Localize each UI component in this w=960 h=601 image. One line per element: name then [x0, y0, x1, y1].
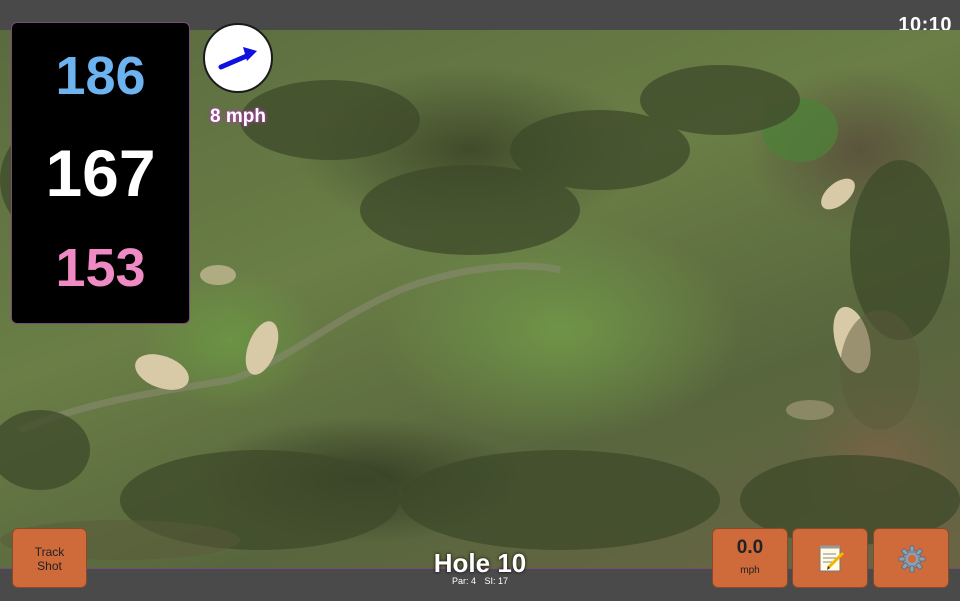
- bunker: [786, 400, 834, 420]
- distance-front: 153: [55, 238, 146, 298]
- bunker: [245, 321, 279, 375]
- wind-direction-arrow-icon: [218, 47, 257, 70]
- settings-button[interactable]: [873, 528, 949, 588]
- bunker: [200, 265, 236, 285]
- hole-info: Par: 4 SI: 17: [380, 576, 580, 586]
- distance-back: 186: [55, 46, 146, 106]
- track-shot-button[interactable]: Track Shot: [12, 528, 87, 588]
- hole-par: Par: 4: [451, 576, 476, 586]
- hole-title: Hole 10: [433, 548, 527, 578]
- speed-value: 0.0: [736, 537, 764, 558]
- bunker: [821, 178, 855, 210]
- distance-panel: 186 167 153: [11, 22, 190, 324]
- distance-center: 167: [45, 136, 156, 210]
- gear-icon: [897, 544, 927, 579]
- speed-button[interactable]: 0.0 mph: [712, 528, 788, 588]
- wind-indicator: [203, 23, 273, 93]
- notepad-icon: [816, 544, 846, 579]
- speed-unit: mph: [740, 565, 760, 576]
- wind-speed: 8 mph: [210, 106, 266, 127]
- notes-button[interactable]: [792, 528, 868, 588]
- hole-stroke-index: SI: 17: [484, 576, 509, 586]
- track-shot-label: Track Shot: [34, 545, 65, 573]
